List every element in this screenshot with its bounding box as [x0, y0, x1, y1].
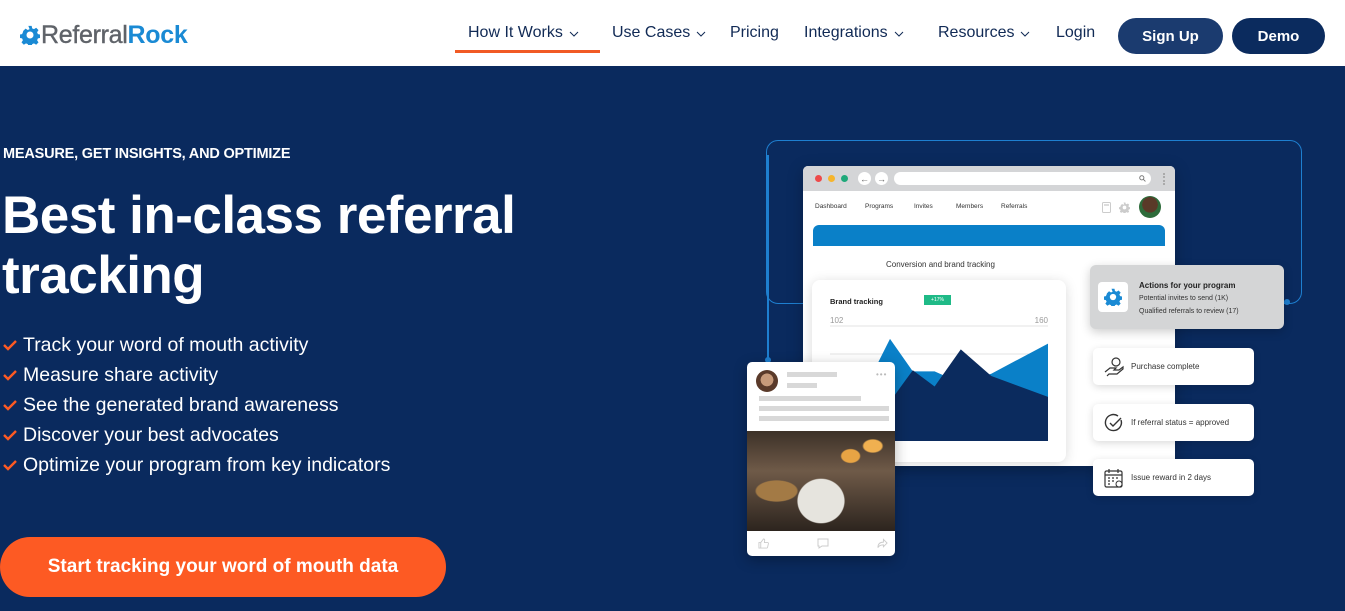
nav-resources[interactable]: Resources	[938, 24, 1030, 42]
like-icon	[758, 538, 769, 549]
nav-login[interactable]: Login	[1056, 24, 1095, 42]
section-title: Conversion and brand tracking	[886, 260, 995, 269]
placeholder-line	[759, 416, 889, 421]
logo-text-rock: Rock	[127, 20, 188, 49]
chevron-down-icon	[1021, 31, 1030, 37]
active-nav-indicator	[455, 50, 600, 53]
check-icon	[3, 430, 17, 441]
placeholder-line	[759, 396, 861, 401]
post-actions	[747, 534, 895, 556]
actions-line-invites: Potential invites to send (1K)	[1139, 295, 1229, 302]
connector-line	[767, 155, 769, 360]
growth-badge: +17%	[924, 295, 951, 305]
chevron-down-icon	[894, 31, 903, 37]
settings-icon	[1119, 202, 1130, 213]
feature-text: Measure share activity	[23, 363, 219, 386]
nav-label: Use Cases	[612, 24, 691, 41]
actions-icon-box	[1098, 282, 1128, 312]
check-circle-icon	[1104, 413, 1123, 431]
nav-pricing[interactable]: Pricing	[730, 24, 779, 42]
back-arrow-icon: ←	[858, 172, 871, 185]
check-icon	[3, 340, 17, 351]
window-minimize-dot	[828, 175, 835, 182]
hero-eyebrow: MEASURE, GET INSIGHTS, AND OPTIMIZE	[3, 146, 291, 162]
window-maximize-dot	[841, 175, 848, 182]
browser-nav-invites: Invites	[914, 203, 933, 210]
hand-coin-icon	[1104, 356, 1124, 376]
placeholder-line	[787, 372, 837, 377]
feature-item: Optimize your program from key indicator…	[3, 450, 390, 480]
feature-text: Discover your best advocates	[23, 423, 279, 446]
flow-step-reward: Issue reward in 2 days	[1093, 459, 1254, 496]
gear-icon	[20, 25, 40, 45]
window-close-dot	[815, 175, 822, 182]
chevron-down-icon	[696, 31, 706, 37]
chevron-down-icon	[569, 31, 579, 37]
flow-step-label: If referral status = approved	[1131, 418, 1230, 427]
demo-button[interactable]: Demo	[1232, 18, 1325, 54]
hero-headline: Best in-class referral tracking	[2, 186, 562, 306]
tick-label-right: 160	[1034, 316, 1048, 325]
gear-icon	[1104, 288, 1122, 306]
logo-text-referral: Referral	[41, 20, 128, 49]
search-icon	[1139, 175, 1146, 182]
program-actions-card: Actions for your program Potential invit…	[1090, 265, 1284, 329]
feature-text: Optimize your program from key indicator…	[23, 453, 391, 476]
feature-text: Track your word of mouth activity	[23, 333, 309, 356]
logo[interactable]: Referral Rock	[20, 20, 188, 50]
tick-label-left: 102	[830, 316, 844, 325]
feature-item: Discover your best advocates	[3, 420, 390, 450]
check-icon	[3, 460, 17, 471]
flow-step-label: Issue reward in 2 days	[1131, 473, 1212, 482]
feature-item: Measure share activity	[3, 360, 390, 390]
flow-step-purchase: Purchase complete	[1093, 348, 1254, 385]
calendar-icon	[1104, 468, 1123, 488]
check-icon	[3, 400, 17, 411]
more-icon	[1163, 173, 1165, 185]
feature-item: Track your word of mouth activity	[3, 330, 390, 360]
browser-nav-dashboard: Dashboard	[815, 203, 847, 210]
dashboard-banner	[813, 225, 1165, 246]
feature-list: Track your word of mouth activity Measur…	[3, 330, 390, 480]
headline-line-1: Best in-class referral	[2, 186, 516, 245]
browser-toolbar: ← →	[803, 166, 1175, 191]
browser-nav-members: Members	[956, 203, 984, 210]
check-icon	[3, 370, 17, 381]
browser-nav-programs: Programs	[865, 203, 894, 210]
placeholder-line	[787, 383, 817, 388]
feature-item: See the generated brand awareness	[3, 390, 390, 420]
url-bar	[894, 172, 1151, 185]
browser-nav-referrals: Referrals	[1001, 203, 1028, 210]
nav-label: Resources	[938, 24, 1015, 41]
actions-title: Actions for your program	[1139, 281, 1236, 290]
site-header: Referral Rock How It Works Use Cases Pric…	[0, 0, 1345, 66]
share-icon	[877, 538, 888, 548]
comment-icon	[817, 538, 829, 549]
nav-label: How It Works	[468, 24, 563, 41]
actions-line-referrals: Qualified referrals to review (17)	[1139, 308, 1239, 315]
nav-label: Login	[1056, 24, 1096, 41]
user-avatar	[1139, 196, 1161, 218]
document-icon	[1102, 202, 1111, 213]
feature-text: See the generated brand awareness	[23, 393, 339, 416]
start-tracking-button[interactable]: Start tracking your word of mouth data	[0, 537, 446, 597]
flow-step-approved: If referral status = approved	[1093, 404, 1254, 441]
post-author-avatar	[756, 370, 778, 392]
chart-title: Brand tracking	[830, 297, 883, 306]
forward-arrow-icon: →	[875, 172, 888, 185]
nav-use-cases[interactable]: Use Cases	[612, 24, 706, 42]
placeholder-line	[759, 406, 889, 411]
nav-how-it-works[interactable]: How It Works	[468, 24, 579, 42]
headline-line-2: tracking	[2, 246, 205, 305]
social-post-card: •••	[747, 362, 895, 556]
restaurant-photo	[747, 431, 895, 531]
nav-label: Integrations	[804, 24, 888, 41]
flow-step-label: Purchase complete	[1131, 362, 1200, 371]
sign-up-button[interactable]: Sign Up	[1118, 18, 1223, 54]
more-options-icon: •••	[876, 370, 888, 379]
connector-dot	[1284, 299, 1290, 305]
nav-label: Pricing	[730, 24, 779, 41]
nav-integrations[interactable]: Integrations	[804, 24, 904, 42]
